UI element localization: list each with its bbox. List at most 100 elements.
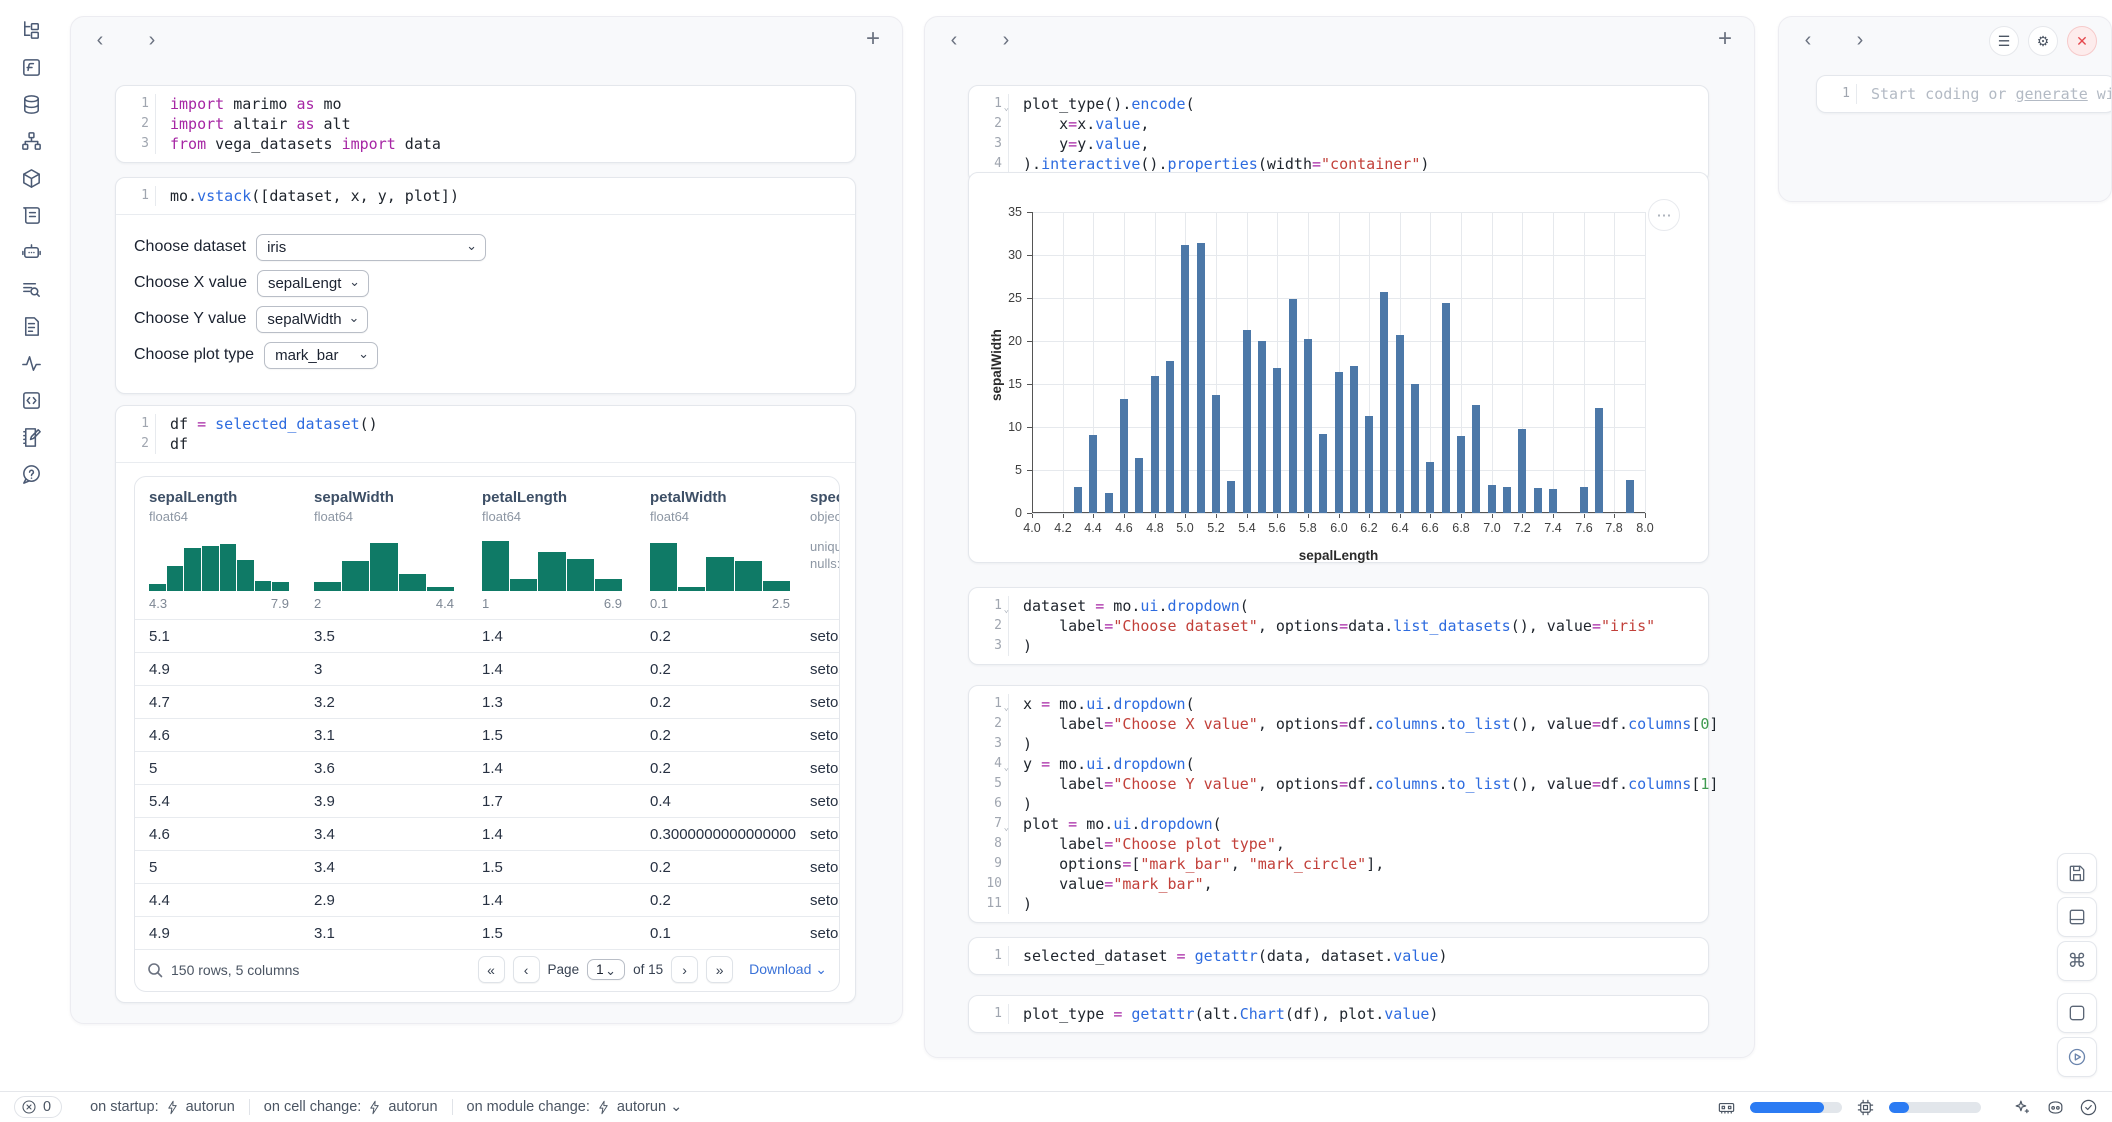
dropdown-choose-y-value[interactable]: sepalWidth bbox=[256, 306, 368, 333]
table-row[interactable]: 5.13.51.40.2setosa bbox=[135, 619, 839, 652]
code-line[interactable]: 6) bbox=[969, 794, 1708, 814]
code-line[interactable]: 1⌄dataset = mo.ui.dropdown( bbox=[969, 596, 1708, 616]
add-cell-button[interactable]: + bbox=[1712, 27, 1738, 53]
panel-forward-button[interactable]: › bbox=[1847, 27, 1873, 53]
table-row[interactable]: 4.931.40.2setosa bbox=[135, 652, 839, 685]
table-row[interactable]: 4.63.11.50.2setosa bbox=[135, 718, 839, 751]
help-icon[interactable] bbox=[15, 458, 47, 490]
settings-button[interactable]: ⚙ bbox=[2028, 26, 2058, 56]
table-row[interactable]: 4.63.41.40.30000000000000004setosa bbox=[135, 817, 839, 850]
code-line[interactable]: 11) bbox=[969, 894, 1708, 914]
table-column-header[interactable]: sepalLengthfloat644.37.9 bbox=[135, 489, 300, 619]
code-line[interactable]: 2import altair as alt bbox=[116, 114, 855, 134]
code-text[interactable]: plot_type = getattr(alt.Chart(df), plot.… bbox=[1009, 1004, 1438, 1024]
packages-icon[interactable] bbox=[15, 162, 47, 194]
code-line[interactable]: 8 label="Choose plot type", bbox=[969, 834, 1708, 854]
download-button[interactable]: Download ⌄ bbox=[749, 961, 827, 978]
code-line[interactable]: 3 y=y.value, bbox=[969, 134, 1708, 154]
panel-forward-button[interactable]: › bbox=[139, 27, 165, 53]
code-text[interactable]: label="Choose Y value", options=df.colum… bbox=[1009, 774, 1718, 794]
code-text[interactable]: import marimo as mo bbox=[156, 94, 342, 114]
code-line[interactable]: 3from vega_datasets import data bbox=[116, 134, 855, 154]
copilot-icon[interactable] bbox=[2046, 1098, 2065, 1117]
snippets-icon[interactable] bbox=[15, 384, 47, 416]
table-column-header[interactable]: petalLengthfloat6416.9 bbox=[468, 489, 636, 619]
file-explorer-icon[interactable] bbox=[15, 14, 47, 46]
code-text[interactable]: label="Choose dataset", options=data.lis… bbox=[1009, 616, 1655, 636]
table-row[interactable]: 53.61.40.2setosa bbox=[135, 751, 839, 784]
variables-icon[interactable] bbox=[15, 51, 47, 83]
table-column-header[interactable]: sepalWidthfloat6424.4 bbox=[300, 489, 468, 619]
code-line[interactable]: 4⌄y = mo.ui.dropdown( bbox=[969, 754, 1708, 774]
runtime-config-item[interactable]: on module change:autorun ⌄ bbox=[453, 1099, 697, 1115]
table-column-header[interactable]: petalWidthfloat640.12.5 bbox=[636, 489, 796, 619]
dependency-graph-icon[interactable] bbox=[15, 125, 47, 157]
code-line[interactable]: 10 value="mark_bar", bbox=[969, 874, 1708, 894]
code-text[interactable]: ) bbox=[1009, 734, 1032, 754]
dropdown-choose-x-value[interactable]: sepalLength bbox=[257, 270, 369, 297]
table-row[interactable]: 4.42.91.40.2setosa bbox=[135, 883, 839, 916]
code-line[interactable]: 2 label="Choose X value", options=df.col… bbox=[969, 714, 1708, 734]
datasources-icon[interactable] bbox=[15, 88, 47, 120]
search-icon[interactable] bbox=[147, 962, 163, 978]
code-text[interactable]: plot = mo.ui.dropdown( bbox=[1009, 814, 1222, 834]
table-row[interactable]: 4.93.11.50.1setosa bbox=[135, 916, 839, 949]
code-line[interactable]: 4).interactive().properties(width="conta… bbox=[969, 154, 1708, 174]
code-text[interactable]: from vega_datasets import data bbox=[156, 134, 441, 154]
code-text[interactable]: label="Choose X value", options=df.colum… bbox=[1009, 714, 1718, 734]
code-text[interactable]: plot_type().encode( bbox=[1009, 94, 1195, 114]
code-text[interactable]: ) bbox=[1009, 794, 1032, 814]
chart-menu-button[interactable]: ⋯ bbox=[1648, 199, 1680, 231]
next-page-button[interactable]: › bbox=[671, 956, 698, 983]
prev-page-button[interactable]: ‹ bbox=[513, 956, 540, 983]
table-row[interactable]: 5.43.91.70.4setosa bbox=[135, 784, 839, 817]
chat-icon[interactable] bbox=[15, 236, 47, 268]
code-line[interactable]: 1⌄plot_type().encode( bbox=[969, 94, 1708, 114]
cell-xy-plot-dropdowns[interactable]: 1⌄x = mo.ui.dropdown(2 label="Choose X v… bbox=[968, 685, 1709, 923]
code-text[interactable]: selected_dataset = getattr(data, dataset… bbox=[1009, 946, 1447, 966]
code-text[interactable]: ) bbox=[1009, 636, 1032, 656]
logs-icon[interactable] bbox=[15, 199, 47, 231]
cell-selected-dataset[interactable]: 1selected_dataset = getattr(data, datase… bbox=[968, 937, 1709, 975]
close-panel-button[interactable]: ✕ bbox=[2067, 26, 2097, 56]
code-text[interactable]: df = selected_dataset() bbox=[156, 414, 378, 434]
dropdown-choose-plot-type[interactable]: mark_bar bbox=[264, 342, 378, 369]
ai-sparkles-icon[interactable] bbox=[2013, 1098, 2032, 1117]
code-text[interactable]: import altair as alt bbox=[156, 114, 351, 134]
generate-with-ai-link[interactable]: generate bbox=[2016, 85, 2088, 103]
documentation-icon[interactable] bbox=[15, 310, 47, 342]
tracing-icon[interactable] bbox=[15, 347, 47, 379]
add-cell-button[interactable]: + bbox=[860, 27, 886, 53]
code-text[interactable]: x=x.value, bbox=[1009, 114, 1149, 134]
code-line[interactable]: 1selected_dataset = getattr(data, datase… bbox=[969, 946, 1708, 966]
code-text[interactable]: dataset = mo.ui.dropdown( bbox=[1009, 596, 1249, 616]
code-line[interactable]: 5 label="Choose Y value", options=df.col… bbox=[969, 774, 1708, 794]
search-list-icon[interactable] bbox=[15, 273, 47, 305]
run-button[interactable] bbox=[2057, 1037, 2097, 1077]
save-button[interactable] bbox=[2057, 853, 2097, 893]
code-text[interactable]: x = mo.ui.dropdown( bbox=[1009, 694, 1195, 714]
error-count-badge[interactable]: 0 bbox=[14, 1096, 62, 1118]
terminal-button[interactable] bbox=[2057, 993, 2097, 1033]
scratchpad-icon[interactable] bbox=[15, 421, 47, 453]
code-text[interactable]: y=y.value, bbox=[1009, 134, 1149, 154]
panel-layout-button[interactable] bbox=[2057, 897, 2097, 937]
cell-dataset-dropdown[interactable]: 1⌄dataset = mo.ui.dropdown(2 label="Choo… bbox=[968, 587, 1709, 665]
table-row[interactable]: 53.41.50.2setosa bbox=[135, 850, 839, 883]
connection-status-icon[interactable] bbox=[2079, 1098, 2098, 1117]
code-line[interactable]: 9 options=["mark_bar", "mark_circle"], bbox=[969, 854, 1708, 874]
code-line[interactable]: 3) bbox=[969, 734, 1708, 754]
code-text[interactable]: y = mo.ui.dropdown( bbox=[1009, 754, 1195, 774]
first-page-button[interactable]: « bbox=[478, 956, 505, 983]
editor-placeholder[interactable]: Start coding or generate with AI. bbox=[1857, 84, 2112, 104]
cell-plot[interactable]: 1⌄plot_type().encode(2 x=x.value,3 y=y.v… bbox=[968, 85, 1709, 183]
code-line[interactable]: 3) bbox=[969, 636, 1708, 656]
code-text[interactable]: options=["mark_bar", "mark_circle"], bbox=[1009, 854, 1384, 874]
code-text[interactable]: value="mark_bar", bbox=[1009, 874, 1213, 894]
code-text[interactable]: ) bbox=[1009, 894, 1032, 914]
runtime-config-item[interactable]: on cell change:autorun bbox=[250, 1099, 452, 1115]
panel-forward-button[interactable]: › bbox=[993, 27, 1019, 53]
cell-imports[interactable]: 1import marimo as mo2import altair as al… bbox=[115, 85, 856, 163]
code-text[interactable]: mo.vstack([dataset, x, y, plot]) bbox=[156, 186, 459, 206]
cell-empty[interactable]: 1 Start coding or generate with AI. bbox=[1816, 75, 2112, 113]
